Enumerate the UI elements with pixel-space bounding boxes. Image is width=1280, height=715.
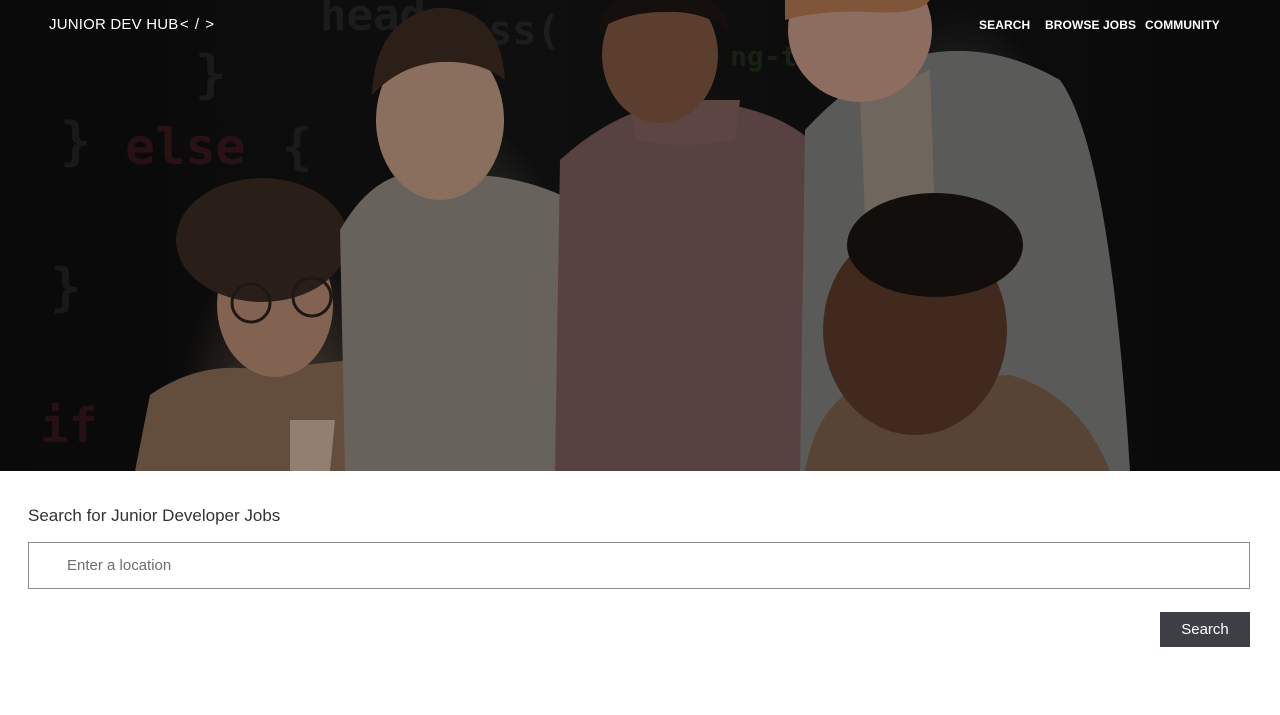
- nav-link-community[interactable]: COMMUNITY: [1145, 18, 1220, 32]
- code-brackets-icon: < / >: [180, 16, 216, 33]
- search-heading: Search for Junior Developer Jobs: [28, 506, 281, 525]
- location-input[interactable]: [28, 542, 1250, 589]
- site-logo[interactable]: JUNIOR DEV HUB: [49, 16, 178, 33]
- nav-link-browse-jobs[interactable]: BROWSE JOBS: [1045, 18, 1136, 32]
- hero-overlay: [0, 0, 1280, 471]
- top-navbar: JUNIOR DEV HUB < / > SEARCH BROWSE JOBS …: [0, 0, 1280, 52]
- search-button[interactable]: Search: [1160, 612, 1250, 647]
- hero-banner: head .css( ng-top } } else { } if JUNIOR…: [0, 0, 1280, 471]
- job-search-section: Search for Junior Developer Jobs Search: [0, 471, 1280, 715]
- nav-link-search[interactable]: SEARCH: [979, 18, 1030, 32]
